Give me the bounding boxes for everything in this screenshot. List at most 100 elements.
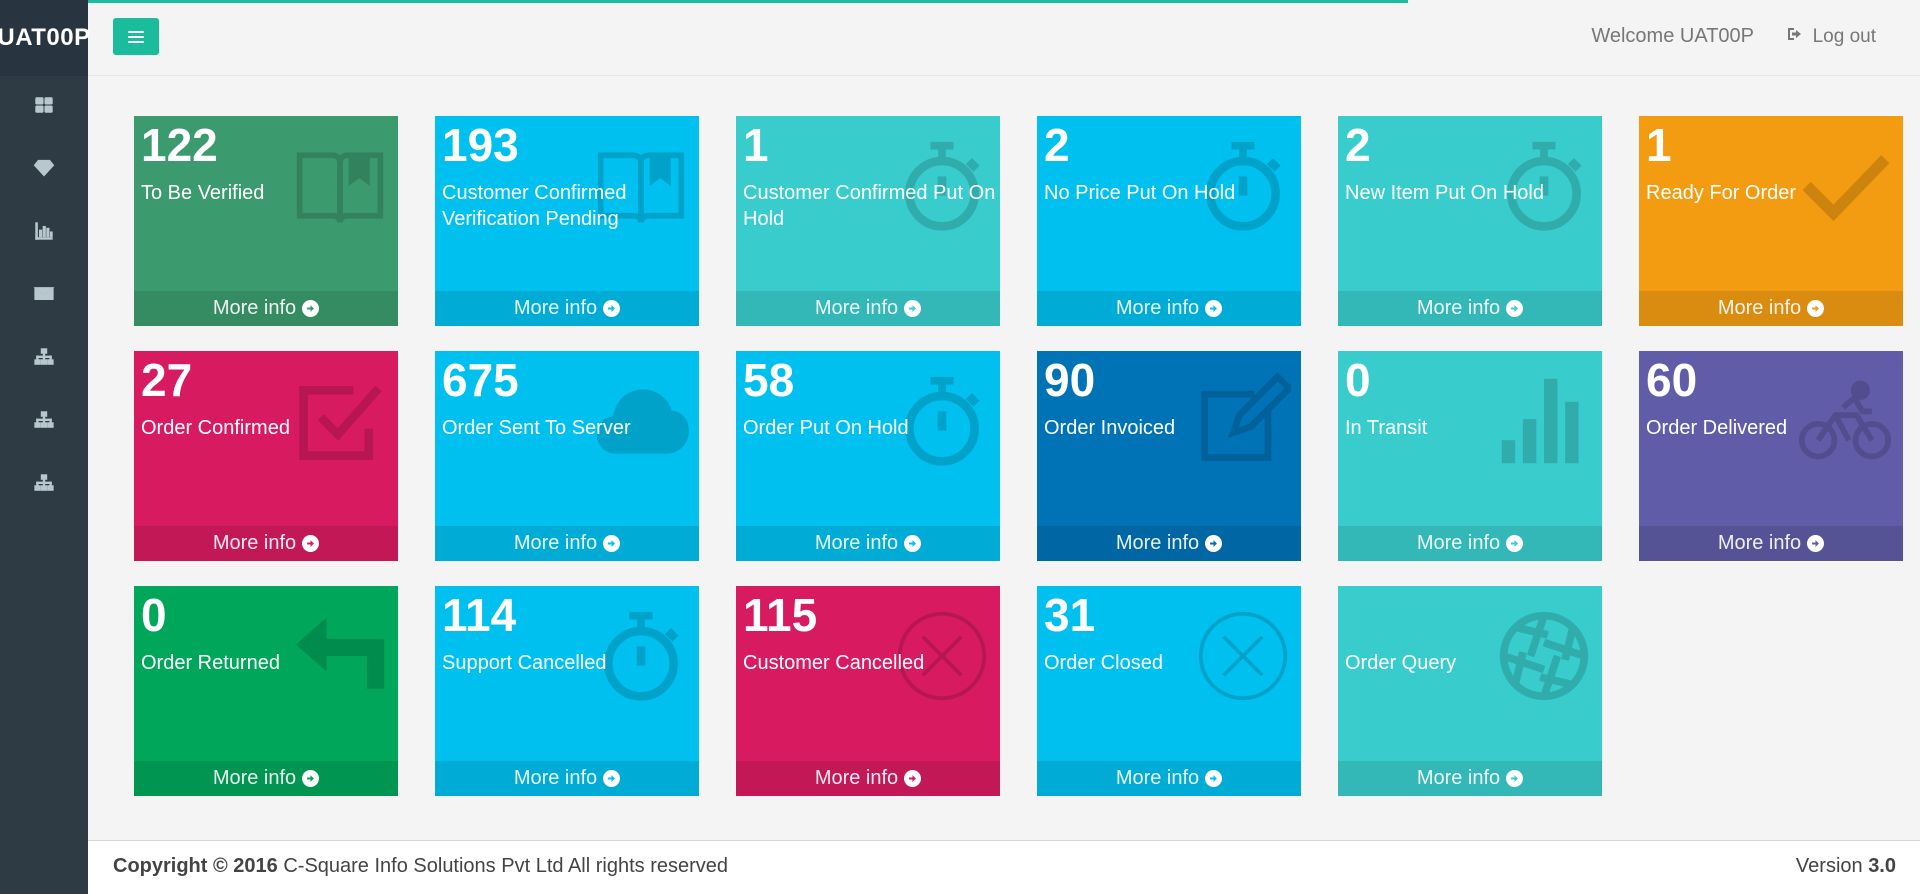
more-info-link[interactable]: More info (1037, 291, 1301, 326)
bar-chart-icon (33, 220, 55, 247)
arrow-circle-right-icon (1807, 300, 1825, 317)
more-info-label: More info (814, 532, 899, 554)
status-tile[interactable]: 675 Order Sent To Server More info (435, 351, 699, 561)
tile-count: 2 (1345, 119, 1371, 171)
status-tile[interactable]: 2 New Item Put On Hold More info (1338, 116, 1602, 326)
more-info-link[interactable]: More info (736, 761, 1000, 796)
brand-logo[interactable]: UAT00P (0, 0, 90, 76)
tile-count: 58 (743, 354, 795, 406)
tile-label: Order Put On Hold (743, 417, 909, 439)
more-info-link[interactable]: More info (1338, 291, 1602, 326)
tile-label: No Price Put On Hold (1044, 182, 1236, 204)
more-info-label: More info (212, 767, 297, 789)
status-tile[interactable]: 0 In Transit More info (1338, 351, 1602, 561)
status-tile[interactable]: 31 Order Closed More info (1037, 586, 1301, 796)
more-info-link[interactable]: More info (435, 291, 699, 326)
logout-link[interactable]: Log out (1787, 26, 1876, 48)
more-info-link[interactable]: More info (1639, 291, 1903, 326)
status-tile[interactable]: 1 Ready For Order More info (1639, 116, 1903, 326)
arrow-circle-right-icon (1506, 770, 1524, 787)
more-info-link[interactable]: More info (435, 526, 699, 561)
status-tile[interactable]: 60 Order Delivered More info (1639, 351, 1903, 561)
arrow-circle-right-icon (904, 770, 922, 787)
arrow-circle-right-icon (1807, 535, 1825, 552)
copyright-text: C-Square Info Solutions Pvt Ltd All righ… (277, 855, 729, 877)
arrow-circle-right-icon (1205, 300, 1223, 317)
more-info-label: More info (814, 297, 899, 319)
tile-count: 114 (442, 589, 517, 641)
status-tile[interactable]: 1 Customer Confirmed Put On Hold More info (736, 116, 1000, 326)
more-info-link[interactable]: More info (1037, 761, 1301, 796)
tile-count: 31 (1044, 589, 1096, 641)
copyright-bold: Copyright © 2016 (113, 855, 278, 877)
arrow-circle-right-icon (603, 770, 621, 787)
status-tile[interactable]: 90 Order Invoiced More info (1037, 351, 1301, 561)
more-info-label: More info (1416, 532, 1501, 554)
tile-label: Order Sent To Server (442, 417, 631, 439)
sidebar-item-dashboard[interactable] (0, 76, 88, 139)
tile-count: 0 (141, 589, 167, 641)
more-info-label: More info (513, 767, 598, 789)
sidebar-item-diamond[interactable] (0, 139, 88, 202)
version-number: 3.0 (1868, 855, 1896, 877)
arrow-circle-right-icon (1205, 770, 1223, 787)
more-info-label: More info (212, 297, 297, 319)
arrow-circle-right-icon (302, 535, 320, 552)
more-info-link[interactable]: More info (134, 291, 398, 326)
sidebar-item-sitemap-1[interactable] (0, 328, 88, 391)
arrow-circle-right-icon (302, 300, 320, 317)
arrow-circle-right-icon (904, 300, 922, 317)
sidebar-item-reports[interactable] (0, 202, 88, 265)
more-info-link[interactable]: More info (1639, 526, 1903, 561)
more-info-link[interactable]: More info (134, 526, 398, 561)
status-tile[interactable]: 2 No Price Put On Hold More info (1037, 116, 1301, 326)
more-info-link[interactable]: More info (736, 526, 1000, 561)
more-info-label: More info (513, 297, 598, 319)
more-info-label: More info (212, 532, 297, 554)
more-info-link[interactable]: More info (134, 761, 398, 796)
more-info-label: More info (1115, 297, 1200, 319)
tile-label: Order Invoiced (1044, 417, 1176, 439)
tile-count: 193 (442, 119, 519, 171)
more-info-link[interactable]: More info (1338, 761, 1602, 796)
tile-count: 1 (743, 119, 769, 171)
status-tile[interactable]: 122 To Be Verified More info (134, 116, 398, 326)
tile-label: To Be Verified (141, 182, 265, 204)
status-tile[interactable]: 58 Order Put On Hold More info (736, 351, 1000, 561)
status-tile[interactable]: 114 Support Cancelled More info (435, 586, 699, 796)
status-tile[interactable]: Order Query More info (1338, 586, 1602, 796)
sidebar-item-sitemap-3[interactable] (0, 454, 88, 517)
sidebar-item-sitemap-2[interactable] (0, 391, 88, 454)
sign-out-icon (1787, 26, 1803, 48)
tile-label: Customer Cancelled (743, 652, 925, 674)
top-header: Welcome UAT00P Log out (88, 0, 1920, 76)
sidebar-item-messages[interactable] (0, 265, 88, 328)
tile-count: 0 (1345, 354, 1371, 406)
version-label: Version (1795, 855, 1869, 877)
status-tile[interactable]: 27 Order Confirmed More info (134, 351, 398, 561)
tile-label: Customer Confirmed Verification Pending (442, 182, 627, 230)
more-info-label: More info (1115, 532, 1200, 554)
more-info-link[interactable]: More info (1037, 526, 1301, 561)
more-info-link[interactable]: More info (435, 761, 699, 796)
more-info-link[interactable]: More info (736, 291, 1000, 326)
tile-count: 2 (1044, 119, 1070, 171)
tile-label: Customer Confirmed Put On Hold (743, 182, 996, 230)
tile-count: 90 (1044, 354, 1096, 406)
copyright: Copyright © 2016 C-Square Info Solutions… (113, 855, 728, 878)
more-info-link[interactable]: More info (1338, 526, 1602, 561)
tile-label: Order Returned (141, 652, 280, 674)
tile-count: 675 (442, 354, 519, 406)
sidebar-toggle-button[interactable] (113, 18, 159, 55)
arrow-circle-right-icon (1506, 535, 1524, 552)
status-tile[interactable]: 0 Order Returned More info (134, 586, 398, 796)
dashboard-icon (33, 94, 55, 121)
footer: Copyright © 2016 C-Square Info Solutions… (88, 840, 1920, 894)
status-tile[interactable]: 193 Customer Confirmed Verification Pendi… (435, 116, 699, 326)
tile-label: Ready For Order (1646, 182, 1797, 204)
tile-label: Order Confirmed (141, 417, 290, 439)
arrow-circle-right-icon (302, 770, 320, 787)
tile-count: 115 (743, 589, 818, 641)
arrow-circle-right-icon (904, 535, 922, 552)
status-tile[interactable]: 115 Customer Cancelled More info (736, 586, 1000, 796)
